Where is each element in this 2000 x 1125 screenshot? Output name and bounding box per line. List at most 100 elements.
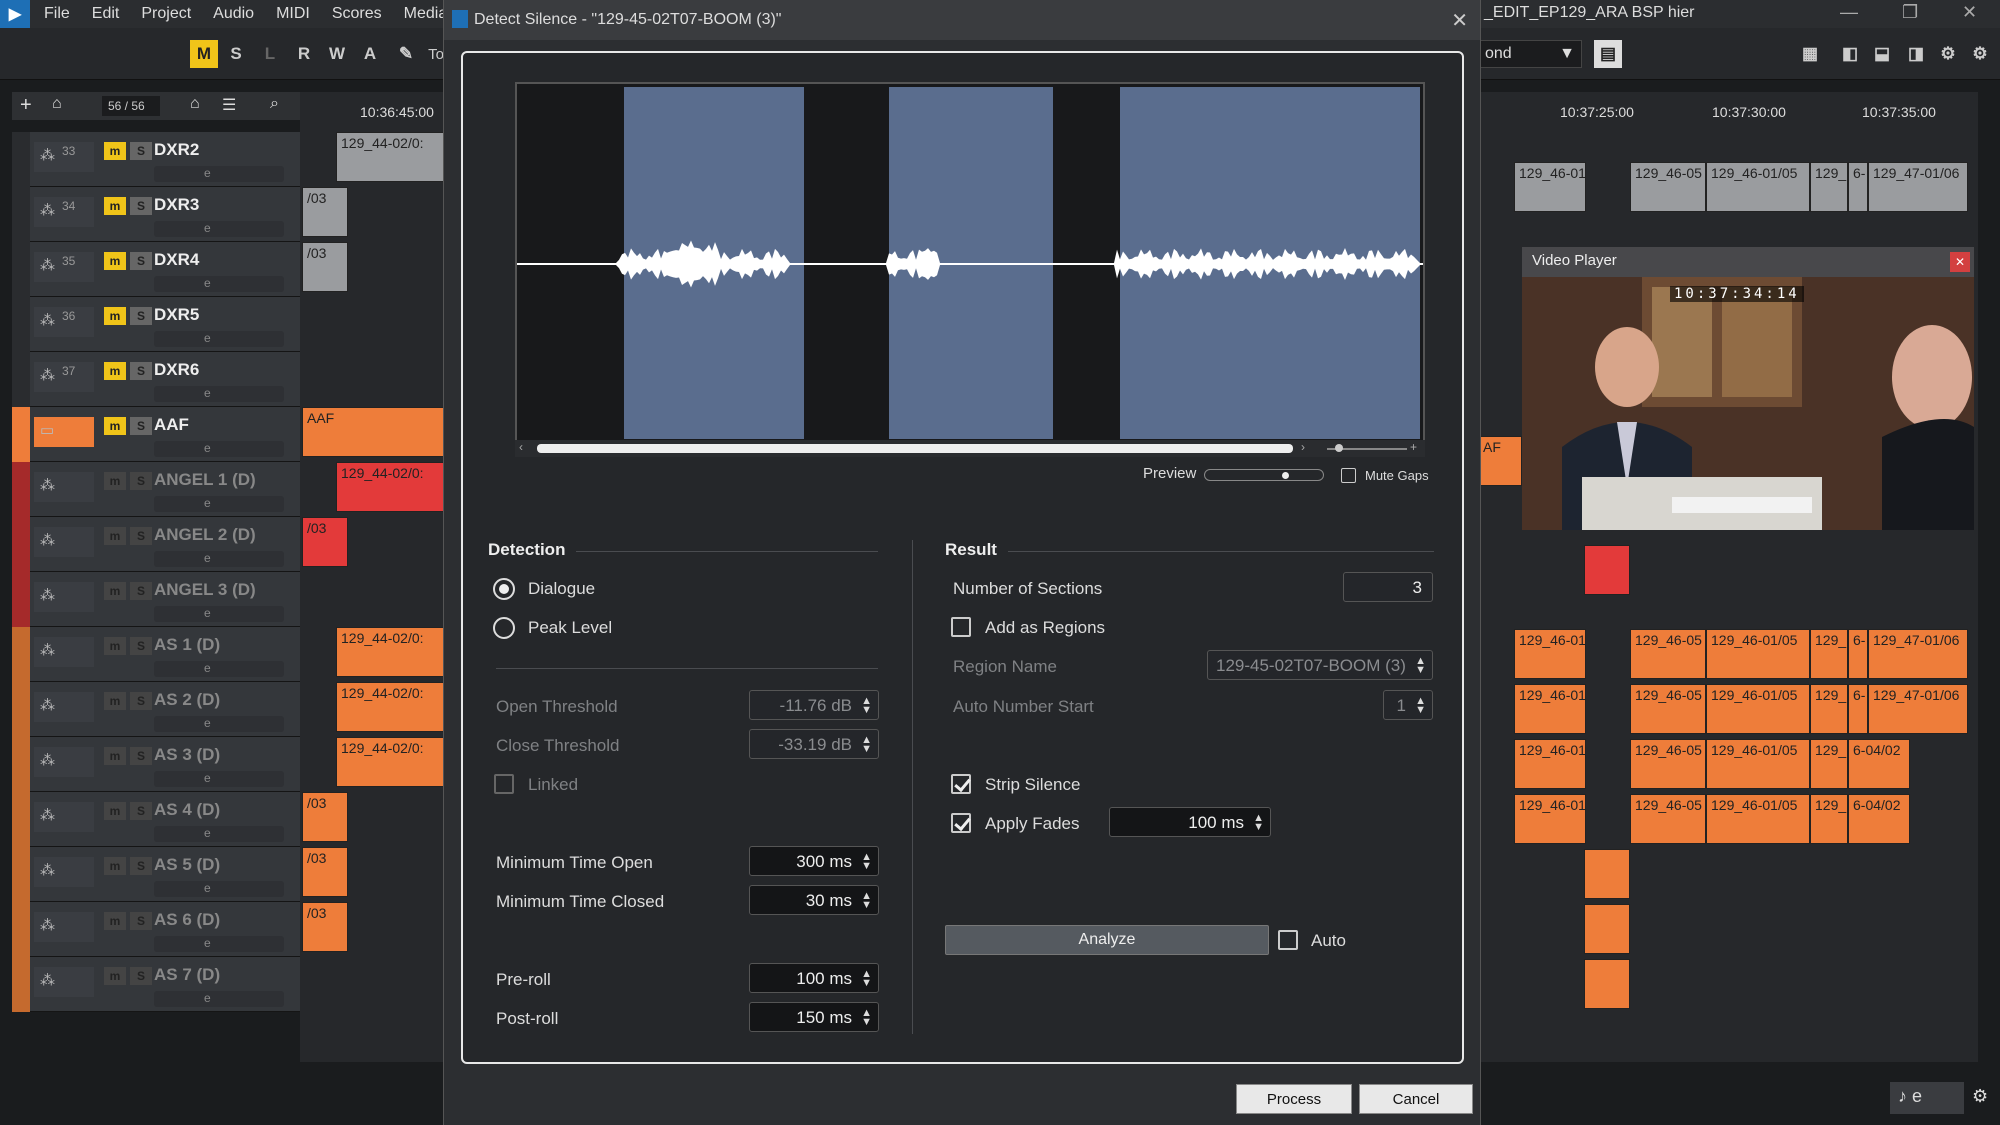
gear-icon[interactable]: ⚙ [1966, 40, 1994, 68]
solo-button[interactable]: S [130, 912, 152, 930]
spinner-icon[interactable]: ▲ ▼ [1415, 696, 1426, 716]
clip[interactable]: 129_46-01/05 [1706, 162, 1810, 212]
toolbar-a-button[interactable]: A [356, 40, 384, 68]
clip[interactable]: 129_46-01 [1514, 794, 1586, 844]
preroll-field[interactable]: 100 ms ▲ ▼ [749, 963, 879, 993]
clip[interactable]: 6-04/02 [1848, 794, 1910, 844]
search-icon[interactable]: ⌕ [270, 95, 279, 113]
postroll-field[interactable]: 150 ms ▲ ▼ [749, 1002, 879, 1032]
menu-midi[interactable]: MIDI [276, 5, 310, 23]
solo-button[interactable]: S [130, 582, 152, 600]
waveform-scrollbar[interactable]: ‹ › + [515, 440, 1425, 457]
track-row[interactable]: ⁂ m S ANGEL 3 (D) e [12, 572, 300, 627]
clip[interactable]: 129_ [1810, 739, 1848, 789]
open-threshold-field[interactable]: -11.76 dB ▲ ▼ [749, 690, 879, 720]
mute-gaps-checkbox[interactable] [1341, 468, 1356, 483]
mute-button[interactable]: m [104, 747, 126, 765]
edit-channel-icon[interactable]: e [204, 936, 211, 950]
track-controls[interactable]: e [154, 936, 284, 952]
window-close-icon[interactable]: ✕ [1962, 2, 1977, 23]
spinner-icon[interactable]: ▲ ▼ [861, 852, 872, 872]
clip[interactable]: 129_ [1810, 684, 1848, 734]
edit-channel-icon[interactable]: e [204, 386, 211, 400]
solo-button[interactable]: S [130, 527, 152, 545]
mute-button[interactable]: m [104, 197, 126, 215]
clip[interactable]: 129_47-01/06 [1868, 162, 1968, 212]
toolbar-r-button[interactable]: R [290, 40, 318, 68]
apply-fades-checkbox[interactable] [951, 813, 971, 833]
preview-slider-handle[interactable] [1282, 472, 1289, 479]
menu-file[interactable]: File [44, 5, 70, 23]
mute-button[interactable]: m [104, 142, 126, 160]
track-row[interactable]: ⁂ 37 m S DXR6 e [12, 352, 300, 407]
clip[interactable]: /03 [302, 792, 348, 842]
solo-button[interactable]: S [130, 802, 152, 820]
solo-button[interactable]: S [130, 197, 152, 215]
track-row[interactable]: ⁂ m S AS 3 (D) e [12, 737, 300, 792]
clip[interactable]: 129_46-01 [1514, 739, 1586, 789]
track-row[interactable]: ⁂ 34 m S DXR3 e [12, 187, 300, 242]
mute-button[interactable]: m [104, 252, 126, 270]
clip[interactable]: AF [1478, 436, 1522, 486]
clip[interactable]: 129_46-01/05 [1706, 684, 1810, 734]
edit-channel-icon[interactable]: e [204, 661, 211, 675]
track-row[interactable]: ⁂ m S AS 2 (D) e [12, 682, 300, 737]
grid-icon[interactable]: ▦ [1796, 40, 1824, 68]
solo-button[interactable]: S [130, 967, 152, 985]
region-name-field[interactable]: 129-45-02T07-BOOM (3) ▲ ▼ [1207, 650, 1433, 680]
mute-button[interactable]: m [104, 802, 126, 820]
add-regions-checkbox[interactable] [951, 617, 971, 637]
add-track-icon[interactable]: + [20, 94, 32, 117]
clip[interactable]: 129_44-02/0: [336, 627, 446, 677]
clip[interactable]: 129_46-05 [1630, 162, 1706, 212]
clip[interactable] [1584, 904, 1630, 954]
track-row[interactable]: ⁂ m S AS 4 (D) e [12, 792, 300, 847]
zoom-in-icon[interactable]: + [1410, 440, 1417, 454]
menu-project[interactable]: Project [141, 5, 191, 23]
mute-button[interactable]: m [104, 857, 126, 875]
mute-button[interactable]: m [104, 912, 126, 930]
clip[interactable]: 129_46-05 [1630, 739, 1706, 789]
track-controls[interactable]: e [154, 661, 284, 677]
track-controls[interactable]: e [154, 551, 284, 567]
mute-button[interactable]: m [104, 362, 126, 380]
spinner-icon[interactable]: ▲ ▼ [861, 969, 872, 989]
zoom-slider-handle[interactable] [1335, 444, 1343, 452]
spinner-icon[interactable]: ▲ ▼ [1415, 656, 1426, 676]
spinner-icon[interactable]: ▲ ▼ [861, 891, 872, 911]
layout-icon[interactable]: ▤ [1594, 40, 1622, 68]
tool-icon[interactable]: ✎ [392, 40, 420, 68]
minimize-icon[interactable]: — [1840, 2, 1858, 23]
track-row[interactable]: ⁂ m S ANGEL 1 (D) e [12, 462, 300, 517]
min-time-open-field[interactable]: 300 ms ▲ ▼ [749, 846, 879, 876]
peak-level-radio[interactable] [493, 617, 515, 639]
toolbar-m-button[interactable]: M [190, 40, 218, 68]
clip[interactable]: 6-04/02 [1848, 739, 1910, 789]
track-controls[interactable]: e [154, 441, 284, 457]
edit-channel-icon[interactable]: e [204, 221, 211, 235]
home-icon[interactable]: ⌂ [190, 95, 200, 113]
menu-edit[interactable]: Edit [92, 5, 120, 23]
dialog-close-icon[interactable]: ✕ [1451, 8, 1468, 33]
edit-channel-icon[interactable]: e [204, 606, 211, 620]
track-controls[interactable]: e [154, 991, 284, 1007]
dialogue-radio[interactable] [493, 578, 515, 600]
track-row[interactable]: ⁂ m S AS 7 (D) e [12, 957, 300, 1012]
cancel-button[interactable]: Cancel [1359, 1084, 1473, 1114]
solo-button[interactable]: S [130, 252, 152, 270]
clip[interactable]: 129_ [1810, 629, 1848, 679]
spinner-icon[interactable]: ▲ ▼ [861, 735, 872, 755]
clip[interactable]: 129_47-01/06 [1868, 629, 1968, 679]
mute-button[interactable]: m [104, 692, 126, 710]
auto-checkbox[interactable] [1278, 930, 1298, 950]
clip[interactable]: 129_46-01/05 [1706, 794, 1810, 844]
apply-fades-field[interactable]: 100 ms ▲ ▼ [1109, 807, 1271, 837]
track-controls[interactable]: e [154, 606, 284, 622]
edit-channel-icon[interactable]: e [204, 496, 211, 510]
waveform-display[interactable] [515, 82, 1425, 457]
tuning-fork-icon[interactable]: ♪ [1898, 1086, 1907, 1106]
scrollbar-thumb[interactable] [537, 444, 1293, 453]
solo-button[interactable]: S [130, 747, 152, 765]
track-row[interactable]: ⁂ 36 m S DXR5 e [12, 297, 300, 352]
solo-button[interactable]: S [130, 472, 152, 490]
